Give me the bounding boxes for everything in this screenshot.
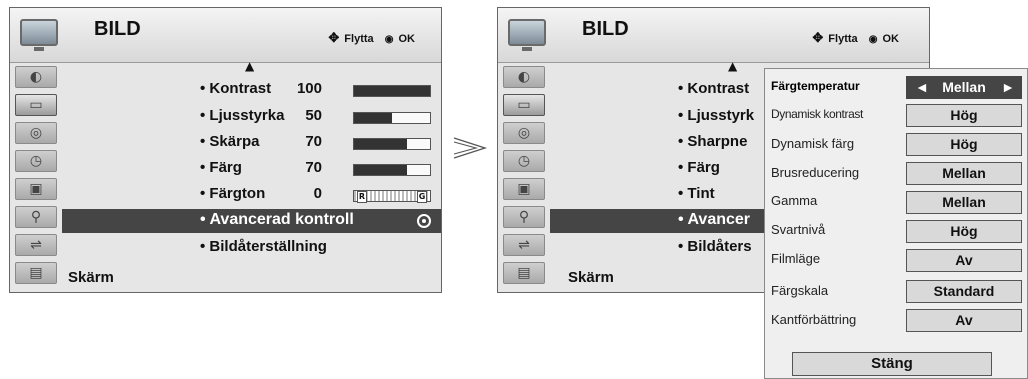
scroll-up-icon[interactable]: ▲ [245,60,254,72]
filmlage-value[interactable]: Av [906,249,1022,272]
move-icon: ✥ [328,30,340,45]
clock-icon[interactable]: ◷ [15,150,57,172]
row-label-gamma: Gamma [771,193,818,208]
next-step-arrow-icon [453,137,488,159]
row-label-filmlage: Filmläge [771,251,821,266]
kontrast-value: 100 [296,80,322,97]
menu-item-ljusstyrka[interactable]: • Ljusstyrk [678,107,754,124]
bar-fill [354,139,408,149]
skarpa-value: 70 [305,133,322,150]
menu-footer-skarm[interactable]: Skärm [568,269,614,286]
lock-icon[interactable]: ▣ [503,178,545,200]
navigation-hint: ✥ Flytta ◉ OK [812,30,899,46]
fargtemperatur-selector[interactable]: ◄ Mellan ► [906,76,1022,99]
gamma-value[interactable]: Mellan [906,191,1022,214]
dynamisk-kontrast-value[interactable]: Hög [906,104,1022,127]
movie-icon[interactable]: ▤ [15,262,57,284]
menu-item-tint[interactable]: • Tint [678,185,715,202]
tint-red-label: R [357,191,367,203]
dynamisk-farg-value[interactable]: Hög [906,133,1022,156]
menu-item-bildaterstallning[interactable]: • Bildåters [678,238,752,255]
arrow-left-icon[interactable]: ◄ [915,77,929,98]
farg-value: 70 [305,159,322,176]
picture-menu-left: BILD ✥ Flytta ◉ OK ▲ ◐ ▭ ◎ ◷ ▣ ⚲ ⇌ ▤ • K… [9,7,442,293]
ljusstyrka-bar[interactable] [353,112,431,124]
fargton-value: 0 [313,185,322,202]
menu-item-fargton[interactable]: • Färgton [200,185,265,202]
ok-icon: ◉ [868,34,878,45]
close-button[interactable]: Stäng [792,352,992,376]
ok-radio-icon [417,214,431,228]
menu-item-farg[interactable]: • Färg [200,159,242,176]
fargton-bar[interactable]: R G [353,190,431,203]
category-sidebar: ◐ ▭ ◎ ◷ ▣ ⚲ ⇌ ▤ [500,64,549,292]
ok-label: OK [882,33,900,45]
menu-title: BILD [94,18,141,40]
row-label-brusreducering: Brusreducering [771,165,860,180]
menu-header: BILD ✥ Flytta ◉ OK [498,8,929,63]
row-label-kantforbattring: Kantförbättring [771,312,857,327]
menu-item-ljusstyrka[interactable]: • Ljusstyrka [200,107,284,124]
menu-item-avancerad-kontroll[interactable]: • Avancer [678,211,750,229]
move-label: Flytta [344,33,374,45]
ok-label: OK [398,33,416,45]
kontrast-bar[interactable] [353,85,431,97]
satellite-dish-icon[interactable]: ◐ [15,66,57,88]
bar-fill [354,165,408,175]
move-icon: ✥ [812,30,824,45]
kantforbattring-value[interactable]: Av [906,309,1022,332]
brusreducering-value[interactable]: Mellan [906,162,1022,185]
menu-item-kontrast[interactable]: • Kontrast [678,80,749,97]
satellite-dish-icon[interactable]: ◐ [503,66,545,88]
row-label-svartniva: Svartnivå [771,222,826,237]
tv-icon [508,19,546,51]
move-label: Flytta [828,33,858,45]
farg-bar[interactable] [353,164,431,176]
scroll-up-icon[interactable]: ▲ [728,60,737,72]
fargtemperatur-value: Mellan [942,79,986,95]
input-icon[interactable]: ⚲ [15,206,57,228]
movie-icon[interactable]: ▤ [503,262,545,284]
ok-icon: ◉ [384,34,394,45]
navigation-hint: ✥ Flytta ◉ OK [328,30,415,46]
menu-item-avancerad-kontroll[interactable]: • Avancerad kontroll [200,211,354,229]
input-icon[interactable]: ⚲ [503,206,545,228]
lock-icon[interactable]: ▣ [15,178,57,200]
row-label-dynamisk-kontrast: Dynamisk kontrast [771,107,863,121]
tv-icon [20,19,58,51]
menu-item-bildaterstallning[interactable]: • Bildåterställning [200,238,327,255]
row-label-fargtemperatur: Färgtemperatur [771,79,860,93]
menu-title: BILD [582,18,629,40]
usb-icon[interactable]: ⇌ [15,234,57,256]
picture-icon[interactable]: ▭ [15,94,57,116]
usb-icon[interactable]: ⇌ [503,234,545,256]
arrow-right-icon[interactable]: ► [1001,77,1015,98]
tint-green-label: G [417,191,427,203]
ljusstyrka-value: 50 [305,107,322,124]
audio-icon[interactable]: ◎ [15,122,57,144]
menu-item-farg[interactable]: • Färg [678,159,720,176]
picture-icon[interactable]: ▭ [503,94,545,116]
menu-header: BILD ✥ Flytta ◉ OK [10,8,441,63]
svartniva-value[interactable]: Hög [906,220,1022,243]
bar-fill [354,86,430,96]
audio-icon[interactable]: ◎ [503,122,545,144]
row-label-dynamisk-farg: Dynamisk färg [771,136,855,151]
menu-item-sharpness[interactable]: • Sharpne [678,133,747,150]
row-label-fargskala: Färgskala [771,283,829,298]
bar-fill [354,113,392,123]
skarpa-bar[interactable] [353,138,431,150]
category-sidebar: ◐ ▭ ◎ ◷ ▣ ⚲ ⇌ ▤ [12,64,61,292]
menu-footer-skarm[interactable]: Skärm [68,269,114,286]
fargskala-value[interactable]: Standard [906,280,1022,303]
clock-icon[interactable]: ◷ [503,150,545,172]
advanced-control-popup: Färgtemperatur ◄ Mellan ► Dynamisk kontr… [764,68,1028,379]
menu-item-kontrast[interactable]: • Kontrast [200,80,271,97]
menu-item-skarpa[interactable]: • Skärpa [200,133,259,150]
